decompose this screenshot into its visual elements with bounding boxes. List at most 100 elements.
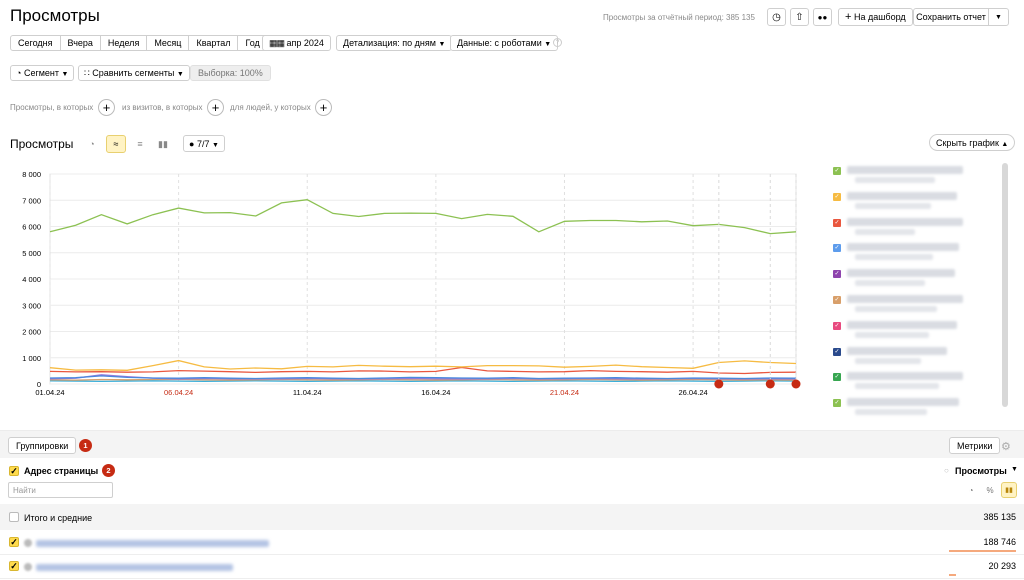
condition-visits-label: из визитов, в которых <box>122 103 203 112</box>
info-icon: ○ <box>944 466 949 475</box>
row-checkbox[interactable]: ✓ <box>9 537 19 547</box>
pie-icon: ◔ <box>968 485 974 495</box>
series-selector-button[interactable]: ● 7/7 ▼ <box>183 135 225 152</box>
period-quarter-button[interactable]: Квартал <box>189 36 239 50</box>
gear-icon[interactable]: ⚙ <box>1001 440 1011 453</box>
legend-label <box>841 368 963 390</box>
legend-checkbox[interactable]: ✓ <box>833 399 841 408</box>
date-range-button[interactable]: ▦▦ апр 2024 <box>262 35 331 51</box>
dimension-header[interactable]: Адрес страницы <box>24 466 98 476</box>
chevron-down-icon[interactable]: ▼ <box>988 9 1008 25</box>
compare-segments-button[interactable]: ∷ Сравнить сегменты ▼ <box>78 65 190 81</box>
chevron-down-icon: ▼ <box>61 71 69 78</box>
add-users-condition-button[interactable]: + <box>315 99 332 116</box>
legend-checkbox[interactable]: ✓ <box>833 192 841 201</box>
legend-item[interactable]: ✓ <box>833 343 1003 369</box>
pie-mode-button[interactable]: ◔ <box>963 482 979 498</box>
row-share-bar <box>949 574 957 576</box>
share-button[interactable]: ●● <box>813 8 832 26</box>
segment-button[interactable]: ◔ Сегмент ▼ <box>10 65 75 81</box>
save-report-label: Сохранить отчет <box>916 12 986 22</box>
legend-item[interactable]: ✓ <box>833 291 1003 317</box>
robots-dropdown[interactable]: Данные: с роботами ▼ <box>450 35 559 51</box>
add-visits-condition-button[interactable]: + <box>207 99 224 116</box>
legend-item[interactable]: ✓ <box>833 368 1003 394</box>
sample-button[interactable]: Выборка: 100% <box>190 65 271 81</box>
legend-checkbox[interactable]: ✓ <box>833 347 841 356</box>
metrics-button[interactable]: Метрики <box>949 437 1001 454</box>
help-icon[interactable]: ? <box>553 38 562 47</box>
detail-label: Детализация: по дням <box>343 38 436 48</box>
chart-grid <box>49 173 797 385</box>
period-month-button[interactable]: Месяц <box>147 36 190 50</box>
legend-label <box>841 317 957 338</box>
legend-label <box>841 239 959 261</box>
groupings-badge: 1 <box>79 439 92 452</box>
row-checkbox[interactable]: ✓ <box>9 561 19 571</box>
area-chart-button[interactable]: ≡ <box>131 135 149 153</box>
legend-label <box>841 188 957 209</box>
save-report-button[interactable]: Сохранить отчет ▼ <box>913 8 1009 26</box>
totals-checkbox[interactable] <box>9 512 19 522</box>
legend-item[interactable]: ✓ <box>833 239 1003 265</box>
share-icon: ●● <box>817 12 828 22</box>
detail-dropdown[interactable]: Детализация: по дням ▼ <box>336 35 453 51</box>
legend-checkbox[interactable]: ✓ <box>833 270 841 279</box>
series-line <box>49 375 797 380</box>
series-line <box>49 380 797 383</box>
robots-label: Данные: с роботами <box>457 38 542 48</box>
line-chart-button[interactable]: ≈ <box>106 135 126 153</box>
export-button[interactable]: ⇧ <box>790 8 809 26</box>
legend-item[interactable]: ✓ <box>833 214 1003 240</box>
chevron-down-icon: ▼ <box>176 70 184 78</box>
legend-label-line <box>847 217 963 226</box>
metric-header[interactable]: Просмотры <box>955 466 1007 476</box>
legend-checkbox[interactable]: ✓ <box>833 244 841 253</box>
groupings-button[interactable]: Группировки <box>8 437 77 454</box>
calendar-icon: ▦▦ <box>269 37 285 48</box>
history-button[interactable]: ◷ <box>767 8 786 26</box>
legend-label-line <box>847 372 963 381</box>
dimension-checkbox[interactable]: ✓ <box>9 466 19 476</box>
bar-chart-button[interactable]: ▮▮ <box>154 135 172 153</box>
x-tick-label: 26.04.24 <box>679 388 708 397</box>
legend-item[interactable]: ✓ <box>833 265 1003 291</box>
legend-item[interactable]: ✓ <box>833 317 1003 343</box>
legend-label-line <box>847 320 957 329</box>
bar-mode-button[interactable]: ▮▮ <box>1001 482 1017 498</box>
row-url-link[interactable] <box>36 540 269 547</box>
legend-item[interactable]: ✓ <box>833 188 1003 214</box>
condition-views-label: Просмотры, в которых <box>10 103 94 112</box>
row-url-link[interactable] <box>36 564 233 571</box>
pie-chart-button[interactable]: ◔ <box>83 135 101 153</box>
y-tick-label: 6 000 <box>22 223 41 232</box>
legend-checkbox[interactable]: ✓ <box>833 321 841 330</box>
legend-checkbox[interactable]: ✓ <box>833 218 841 227</box>
percent-mode-button[interactable]: % <box>982 482 998 498</box>
period-week-button[interactable]: Неделя <box>101 36 148 50</box>
upload-icon: ⇧ <box>795 11 804 23</box>
search-input[interactable] <box>8 482 113 498</box>
row-share-bar <box>949 550 1016 552</box>
dimension-badge: 2 <box>102 464 115 477</box>
annotation-marker <box>765 379 775 389</box>
legend-label <box>841 394 959 416</box>
legend-label <box>841 265 955 287</box>
page-title: Просмотры <box>10 6 100 25</box>
legend-checkbox[interactable]: ✓ <box>833 295 841 304</box>
row-divider <box>0 554 1024 555</box>
add-to-dashboard-button[interactable]: + На дашборд <box>838 8 913 26</box>
period-total: Просмотры за отчётный период: 385 135 <box>603 13 755 22</box>
period-yesterday-button[interactable]: Вчера <box>61 36 101 50</box>
legend-item[interactable]: ✓ <box>833 162 1003 188</box>
add-views-condition-button[interactable]: + <box>98 99 115 116</box>
legend-checkbox[interactable]: ✓ <box>833 167 841 175</box>
row-value: 20 293 <box>988 561 1016 571</box>
legend-label-line <box>855 254 933 261</box>
period-today-button[interactable]: Сегодня <box>11 36 61 50</box>
legend-scrollbar[interactable] <box>1002 163 1008 407</box>
legend-item[interactable]: ✓ <box>833 394 1003 420</box>
legend-checkbox[interactable]: ✓ <box>833 373 841 382</box>
sort-down-icon[interactable]: ▼ <box>1011 466 1018 473</box>
hide-chart-button[interactable]: Скрыть график ▲ <box>929 134 1016 151</box>
